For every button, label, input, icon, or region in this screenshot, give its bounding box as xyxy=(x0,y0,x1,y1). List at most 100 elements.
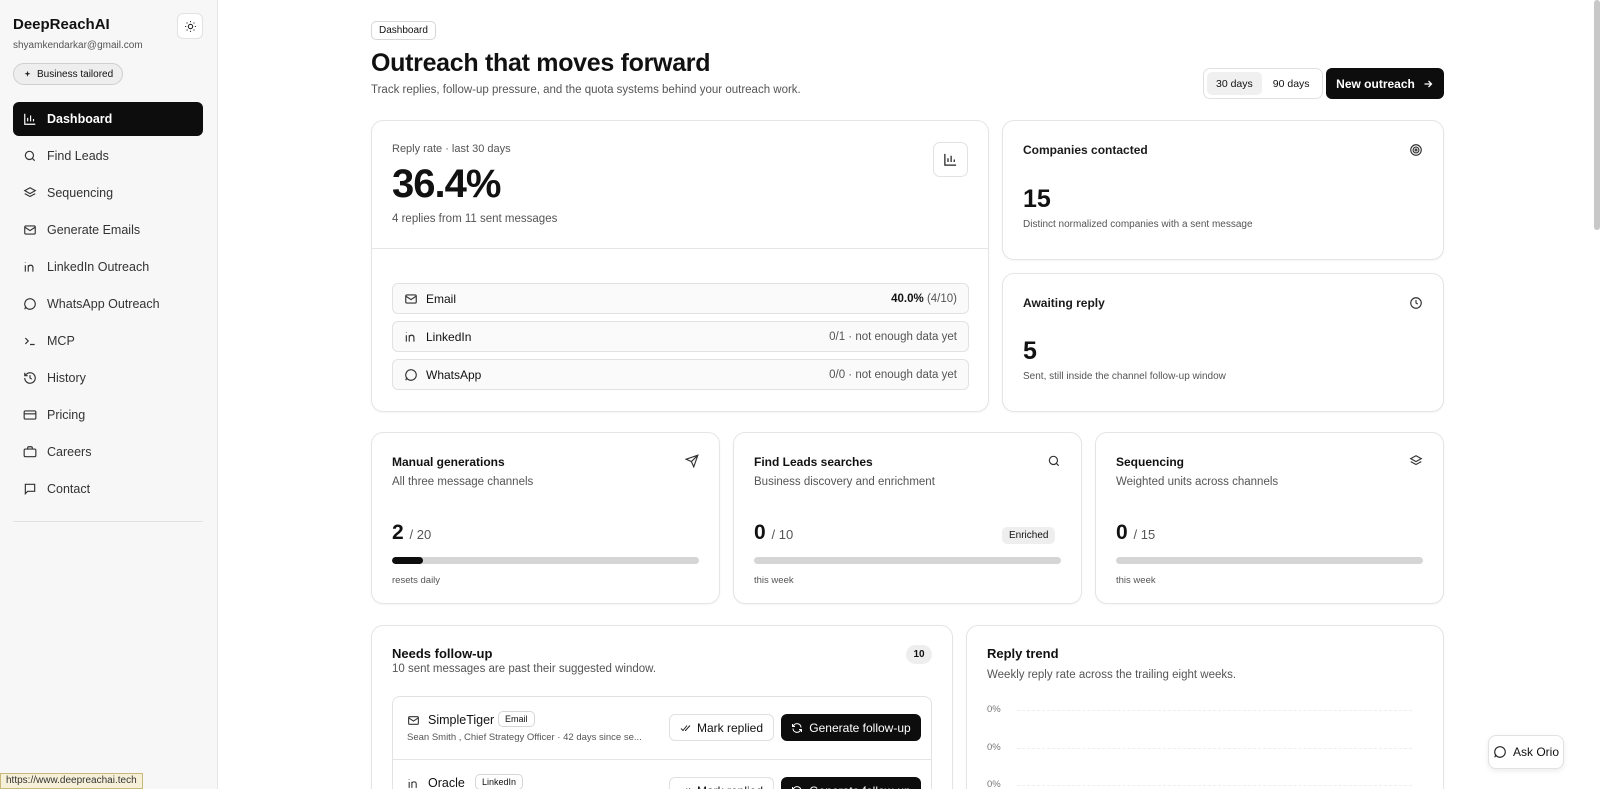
bar-chart-icon xyxy=(944,153,957,166)
followup-subtitle: 10 sent messages are past their suggeste… xyxy=(392,663,657,675)
companies-label: Companies contacted xyxy=(1023,143,1148,157)
quota-desc: Weighted units across channels xyxy=(1116,476,1279,488)
sidebar-item-sequencing[interactable]: Sequencing xyxy=(13,176,203,210)
sidebar-item-history[interactable]: History xyxy=(13,361,203,395)
sidebar-item-careers[interactable]: Careers xyxy=(13,435,203,469)
y-tick-label: 0% xyxy=(987,779,1001,789)
sparkles-icon xyxy=(24,70,31,77)
target-icon xyxy=(1410,144,1422,156)
quota-usage: 0 / 10 xyxy=(754,521,793,545)
quota-card-manual-generations: Manual generations All three message cha… xyxy=(371,432,720,604)
sidebar-item-contact[interactable]: Contact xyxy=(13,472,203,506)
sidebar-item-label: Find Leads xyxy=(47,149,109,163)
sidebar-item-label: LinkedIn Outreach xyxy=(47,260,150,274)
list-item: SimpleTiger Email Sean Smith , Chief Str… xyxy=(393,697,931,759)
generate-followup-label: Generate follow-up xyxy=(809,784,910,789)
reply-rate-chart-button[interactable] xyxy=(933,142,968,177)
companies-desc: Distinct normalized companies with a sen… xyxy=(1023,219,1253,230)
sidebar-item-label: History xyxy=(47,371,86,385)
message-circle-icon xyxy=(405,368,417,381)
grid-line xyxy=(1017,748,1412,749)
quota-usage: 0 / 15 xyxy=(1116,521,1155,545)
quota-title: Manual generations xyxy=(392,455,505,469)
sidebar-item-generate-emails[interactable]: Generate Emails xyxy=(13,213,203,247)
message-square-icon xyxy=(24,483,36,496)
grid-line xyxy=(1017,710,1412,711)
quota-limit: / 20 xyxy=(409,527,432,542)
credit-card-icon xyxy=(23,410,37,420)
sidebar: DeepReachAI shyamkendarkar@gmail.com Bus… xyxy=(0,0,218,789)
page-subtitle: Track replies, follow-up pressure, and t… xyxy=(371,84,801,96)
sidebar-item-pricing[interactable]: Pricing xyxy=(13,398,203,432)
quota-used: 2 xyxy=(392,521,404,544)
breadcrumb: Dashboard xyxy=(371,21,436,40)
ask-orio-button[interactable]: Ask Orio xyxy=(1488,735,1564,769)
enriched-badge: Enriched xyxy=(1002,527,1056,544)
page-scrollbar[interactable] xyxy=(1594,0,1600,230)
history-icon xyxy=(24,372,36,384)
quota-progress-track xyxy=(1116,557,1423,564)
mark-replied-button[interactable]: Mark replied xyxy=(669,777,774,789)
reply-rate-card: Reply rate · last 30 days 36.4% 4 replie… xyxy=(371,120,989,412)
layers-icon xyxy=(1409,455,1423,466)
arrow-right-icon xyxy=(1424,80,1433,87)
linkedin-icon xyxy=(405,331,415,342)
plan-badge-label: Business tailored xyxy=(37,68,114,80)
sidebar-item-label: Generate Emails xyxy=(47,223,141,237)
channel-row-whatsapp: WhatsApp 0/0 · not enough data yet xyxy=(392,359,969,390)
range-90-days[interactable]: 90 days xyxy=(1264,72,1319,95)
sidebar-item-find-leads[interactable]: Find Leads xyxy=(13,139,203,173)
new-outreach-button[interactable]: New outreach xyxy=(1326,68,1444,99)
generate-followup-button[interactable]: Generate follow-up xyxy=(781,714,921,741)
quota-progress-track xyxy=(754,557,1061,564)
layers-icon xyxy=(23,187,37,198)
channel-rate: 0/1 · not enough data yet xyxy=(829,330,957,343)
briefcase-icon xyxy=(23,446,37,458)
quota-usage: 2 / 20 xyxy=(392,521,431,545)
companies-contacted-card: Companies contacted 15 Distinct normaliz… xyxy=(1002,120,1444,260)
linkedin-icon xyxy=(24,262,34,272)
channel-tag: LinkedIn xyxy=(475,774,524,789)
search-icon xyxy=(24,150,36,162)
refresh-icon xyxy=(792,785,802,789)
sidebar-item-linkedin-outreach[interactable]: LinkedIn Outreach xyxy=(13,250,203,284)
quota-progress-track xyxy=(392,557,699,564)
range-30-days[interactable]: 30 days xyxy=(1207,72,1262,95)
sidebar-item-mcp[interactable]: MCP xyxy=(13,324,203,358)
sidebar-item-label: WhatsApp Outreach xyxy=(47,297,160,311)
generate-followup-label: Generate follow-up xyxy=(809,720,911,735)
sidebar-item-label: Careers xyxy=(47,445,92,459)
channel-tag: Email xyxy=(498,711,535,727)
mail-plus-icon xyxy=(24,225,36,235)
sidebar-divider xyxy=(13,521,203,522)
message-circle-icon xyxy=(1494,746,1506,758)
quota-title: Sequencing xyxy=(1116,455,1185,469)
sidebar-item-whatsapp-outreach[interactable]: WhatsApp Outreach xyxy=(13,287,203,321)
channel-name: Email xyxy=(426,291,457,306)
reply-rate-note: 4 replies from 11 sent messages xyxy=(392,213,558,225)
channel-rate-rest: (4/10) xyxy=(923,292,957,305)
date-range-toggle: 30 days 90 days xyxy=(1203,68,1323,99)
y-tick-label: 0% xyxy=(987,704,1001,715)
theme-toggle-button[interactable] xyxy=(177,13,203,39)
quota-limit: / 15 xyxy=(1133,527,1156,542)
mark-replied-button[interactable]: Mark replied xyxy=(669,714,774,741)
y-tick-label: 0% xyxy=(987,742,1001,753)
sidebar-item-label: Pricing xyxy=(47,408,86,422)
user-email: shyamkendarkar@gmail.com xyxy=(13,40,143,51)
mark-replied-label: Mark replied xyxy=(697,784,763,789)
quota-used: 0 xyxy=(754,521,766,544)
channel-row-email: Email 40.0% (4/10) xyxy=(392,283,969,314)
new-outreach-label: New outreach xyxy=(1336,76,1415,91)
brand-name[interactable]: DeepReachAI xyxy=(13,16,110,33)
bar-chart-icon xyxy=(24,113,36,125)
quota-footnote: resets daily xyxy=(392,575,441,586)
followup-meta: Sean Smith , Chief Strategy Officer · 42… xyxy=(407,732,642,743)
trend-title: Reply trend xyxy=(987,646,1059,661)
sun-icon xyxy=(184,20,196,32)
quota-card-sequencing: Sequencing Weighted units across channel… xyxy=(1095,432,1444,604)
followup-title: Needs follow-up xyxy=(392,646,493,661)
generate-followup-button[interactable]: Generate follow-up xyxy=(781,777,921,789)
followup-list: SimpleTiger Email Sean Smith , Chief Str… xyxy=(392,696,932,789)
sidebar-item-dashboard[interactable]: Dashboard xyxy=(13,102,203,136)
